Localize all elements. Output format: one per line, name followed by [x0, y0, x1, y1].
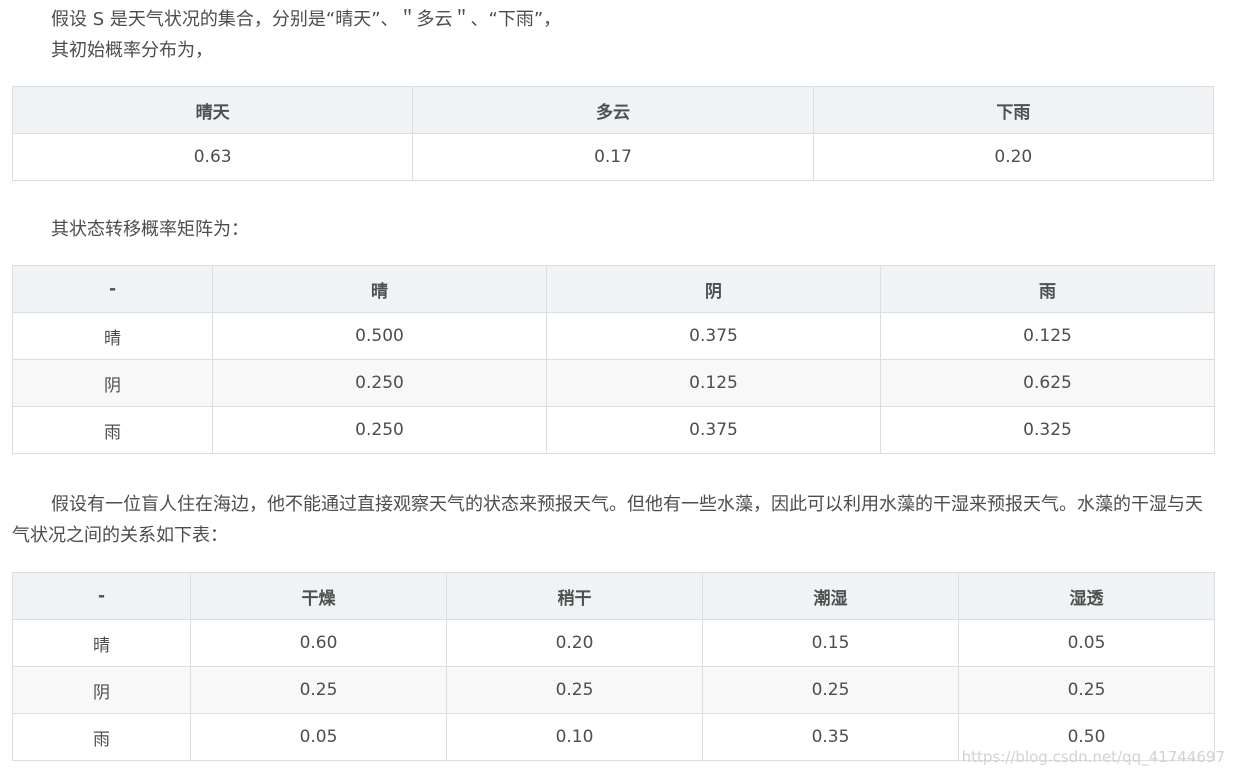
header-cell: 干燥: [190, 572, 447, 620]
table-cell: 0.60: [190, 619, 447, 667]
header-cell: 雨: [880, 265, 1215, 313]
header-cell: -: [12, 265, 213, 313]
table-row: 阴 0.25 0.25 0.25 0.25: [12, 666, 1215, 714]
header-cell: 下雨: [812, 86, 1215, 134]
table-cell: 0.10: [446, 713, 703, 761]
initial-distribution-table: 晴天 多云 下雨 0.63 0.17 0.20: [11, 86, 1215, 181]
table-cell: 0.500: [212, 312, 547, 360]
table-cell: 0.05: [190, 713, 447, 761]
row-label-cell: 晴: [12, 312, 213, 360]
header-cell: 湿透: [958, 572, 1215, 620]
row-label-cell: 晴: [12, 619, 191, 667]
table-cell: 0.325: [880, 406, 1215, 454]
transition-matrix-table: - 晴 阴 雨 晴 0.500 0.375 0.125 阴 0.250 0.12…: [12, 265, 1215, 454]
header-cell: 稍干: [446, 572, 703, 620]
row-label-cell: 雨: [12, 406, 213, 454]
table-cell: 0.05: [958, 619, 1215, 667]
table-row: 雨 0.250 0.375 0.325: [12, 406, 1215, 454]
transition-intro: 其状态转移概率矩阵为：: [51, 219, 249, 240]
table-cell: 0.625: [880, 359, 1215, 407]
table-row: 雨 0.05 0.10 0.35 0.50: [12, 713, 1215, 761]
table-cell: 0.25: [702, 666, 959, 714]
table-cell: 0.20: [446, 619, 703, 667]
table-row: 晴 0.60 0.20 0.15 0.05: [12, 619, 1215, 667]
header-cell: -: [12, 572, 191, 620]
table-cell: 0.35: [702, 713, 959, 761]
header-cell: 潮湿: [702, 572, 959, 620]
table-cell: 0.25: [446, 666, 703, 714]
table-header-row: 晴天 多云 下雨: [11, 86, 1215, 134]
table-row: 晴 0.500 0.375 0.125: [12, 312, 1215, 360]
table-cell: 0.125: [880, 312, 1215, 360]
table-cell: 0.250: [212, 359, 547, 407]
table-cell: 0.15: [702, 619, 959, 667]
row-label-cell: 雨: [12, 713, 191, 761]
table-cell: 0.63: [11, 133, 414, 181]
seaweed-intro: 假设有一位盲人住在海边，他不能通过直接观察天气的状态来预报天气。但他有一些水藻，…: [12, 494, 1203, 546]
table-cell: 0.125: [546, 359, 881, 407]
row-label-cell: 阴: [12, 359, 213, 407]
row-label-cell: 阴: [12, 666, 191, 714]
header-cell: 阴: [546, 265, 881, 313]
header-cell: 晴天: [11, 86, 414, 134]
intro-line-2: 其初始概率分布为，: [51, 40, 213, 61]
table-cell: 0.250: [212, 406, 547, 454]
table-cell: 0.375: [546, 406, 881, 454]
table-cell: 0.17: [412, 133, 814, 181]
header-cell: 多云: [412, 86, 814, 134]
table-header-row: - 晴 阴 雨: [12, 265, 1215, 313]
table-cell: 0.20: [812, 133, 1215, 181]
table-cell: 0.25: [190, 666, 447, 714]
emission-probability-table: - 干燥 稍干 潮湿 湿透 晴 0.60 0.20 0.15 0.05 阴 0.…: [12, 572, 1215, 761]
table-cell: 0.375: [546, 312, 881, 360]
table-cell: 0.50: [958, 713, 1215, 761]
intro-line-1: 假设 S 是天气状况的集合，分别是“晴天”、＂多云＂、“下雨”，: [51, 9, 562, 30]
table-row: 阴 0.250 0.125 0.625: [12, 359, 1215, 407]
table-cell: 0.25: [958, 666, 1215, 714]
header-cell: 晴: [212, 265, 547, 313]
table-header-row: - 干燥 稍干 潮湿 湿透: [12, 572, 1215, 620]
table-row: 0.63 0.17 0.20: [11, 133, 1215, 181]
